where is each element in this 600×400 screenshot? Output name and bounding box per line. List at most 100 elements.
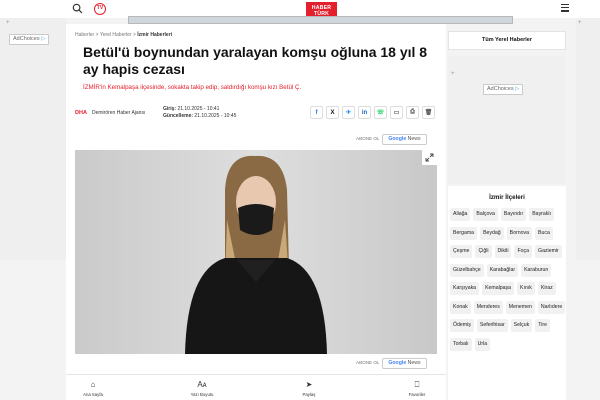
district-chip[interactable]: Seferihisar [476,319,508,332]
google-news-button[interactable]: Google News [382,358,427,369]
district-chip[interactable]: Foça [514,245,533,258]
district-chip[interactable]: Dikili [494,245,512,258]
bookmark-icon: ⎕ [414,380,420,389]
adchoices-badge[interactable]: AdChoices ▷ [483,84,524,95]
ad-marker-icon: + [578,20,582,26]
district-chip[interactable]: Menemen [505,300,535,314]
district-chip[interactable]: Çiğli [475,245,492,258]
district-chip[interactable]: Buca [535,226,553,240]
x-icon[interactable]: X [326,106,339,119]
tv-icon[interactable]: TV [94,3,106,15]
bluesky-icon[interactable]: ✈ [342,106,355,119]
nav-font-size[interactable]: Aᴀ Yazı Boyutu [172,379,232,397]
article-title: Betül'ü boynundan yaralayan komşu oğluna… [83,44,428,77]
published-label: Giriş: [163,106,177,112]
breadcrumb-item[interactable]: Yerel Haberler [100,32,132,38]
article-spot: İZMİR'in Kemalpaşa ilçesinde, sokakta ta… [83,84,302,91]
ad-marker-icon: + [451,71,455,77]
district-chip[interactable]: Beydağ [480,226,504,240]
search-icon[interactable] [72,3,83,14]
follow-label: ABONE OL [356,136,380,141]
google-news-news: News [406,360,421,366]
google-news-google: Google [388,360,407,366]
updated-date: 21.10.2025 - 10:45 [194,113,237,119]
expand-icon[interactable] [422,150,437,165]
breadcrumb-item[interactable]: Haberler [75,32,94,38]
district-chip[interactable]: Bayraklı [529,208,554,221]
comment-icon[interactable]: ▭ [390,106,403,119]
district-chip[interactable]: Güzelbahçe [450,263,484,277]
bottom-nav: ⌂ Ana Sayfa Aᴀ Yazı Boyutu ➤ Paylaş ⎕ Fa… [66,374,446,400]
district-chip[interactable]: Karşıyaka [450,282,480,295]
district-chip[interactable]: Menderes [473,300,503,314]
districts-title: İzmir İlçeleri [489,194,525,201]
adchoices-icon: ▷ [515,86,520,92]
google-news-button[interactable]: Google News [382,134,427,145]
ad-marker-icon: + [6,20,10,26]
google-news-news: News [406,136,421,142]
top-banner-ad[interactable] [128,16,513,24]
home-icon: ⌂ [90,380,96,389]
news-source: DHA Demirören Haber Ajansı [75,108,160,120]
district-chip[interactable]: Selçuk [510,319,533,332]
districts-list: Aliağa Balçova Bayındır Bayraklı Bergama Beyd… [450,208,566,351]
follow-label: ABONE OL [356,360,380,365]
print-icon[interactable]: ⎙ [406,106,419,119]
google-news-google: Google [388,136,407,142]
nav-label: Yazı Boyutu [190,392,214,397]
whatsapp-icon[interactable]: ☏ [374,106,387,119]
page: TV HABER TÜRK + AdChoices ▷ + Haberler >… [0,0,600,400]
adchoices-label: AdChoices [487,86,514,92]
published-date: 21.10.2025 - 10:41 [177,106,220,112]
breadcrumb-separator: > [132,32,136,38]
share-icon: ➤ [305,380,313,389]
districts-panel: İzmir İlçeleri Aliağa Balçova Bayındır Bayr… [448,186,566,400]
breadcrumb: Haberler > Yerel Haberler > İzmir Haberl… [75,32,172,38]
breadcrumb-current[interactable]: İzmir Haberleri [137,32,172,38]
breadcrumb-separator: > [95,32,99,38]
photo-illustration [75,150,437,354]
nav-share[interactable]: ➤ Paylaş [279,379,339,397]
district-chip[interactable]: Aliağa [450,208,471,221]
source-name: Demirören Haber Ajansı [92,110,146,116]
article-dates: Giriş: 21.10.2025 - 10:41 Güncelleme: 21… [163,106,236,120]
district-chip[interactable]: Kınık [517,282,535,295]
linkedin-icon[interactable]: in [358,106,371,119]
district-chip[interactable]: Torbalı [450,337,472,351]
district-chip[interactable]: Karaburun [521,263,552,277]
nav-label: Favoriler [408,392,426,397]
font-size-icon: Aᴀ [197,380,207,389]
facebook-icon[interactable]: f [310,106,323,119]
district-chip[interactable]: Çeşme [450,245,473,258]
district-chip[interactable]: Bergama [450,226,478,240]
adchoices-label: AdChoices [13,36,40,42]
updated-label: Güncelleme: [163,113,194,119]
district-chip[interactable]: Tire [535,319,550,332]
left-side-ad[interactable]: + AdChoices ▷ [0,18,66,260]
article-photo[interactable] [75,150,437,354]
share-bar: f X ✈ in ☏ ▭ ⎙ 🗑 [310,106,435,120]
nav-home[interactable]: ⌂ Ana Sayfa [63,379,123,397]
district-chip[interactable]: Urla [474,337,491,351]
right-side-ad[interactable]: + [576,18,600,260]
adchoices-badge[interactable]: AdChoices ▷ [9,34,50,45]
menu-icon[interactable] [561,4,569,12]
district-chip[interactable]: Gaziemir [535,245,562,258]
district-chip[interactable]: Kiraz [537,282,556,295]
district-chip[interactable]: Kemalpaşa [482,282,515,295]
trash-icon[interactable]: 🗑 [422,106,435,119]
district-chip[interactable]: Bornova [506,226,532,240]
all-local-news-button[interactable]: Tüm Yerel Haberler [448,31,566,50]
district-chip[interactable]: Konak [450,300,471,314]
article-container: Haberler > Yerel Haberler > İzmir Haberl… [66,24,446,400]
district-chip[interactable]: Bayındır [500,208,527,221]
district-chip[interactable]: Narlıdere [537,300,566,314]
district-chip[interactable]: Ödemiş [450,319,474,332]
nav-label: Paylaş [302,392,316,397]
nav-favorites[interactable]: ⎕ Favoriler [387,379,447,397]
adchoices-icon: ▷ [41,36,46,42]
sidebar-ad[interactable]: + AdChoices ▷ [448,56,566,184]
district-chip[interactable]: Balçova [473,208,498,221]
district-chip[interactable]: Karabağlar [486,263,519,277]
source-logo: DHA [75,110,87,116]
